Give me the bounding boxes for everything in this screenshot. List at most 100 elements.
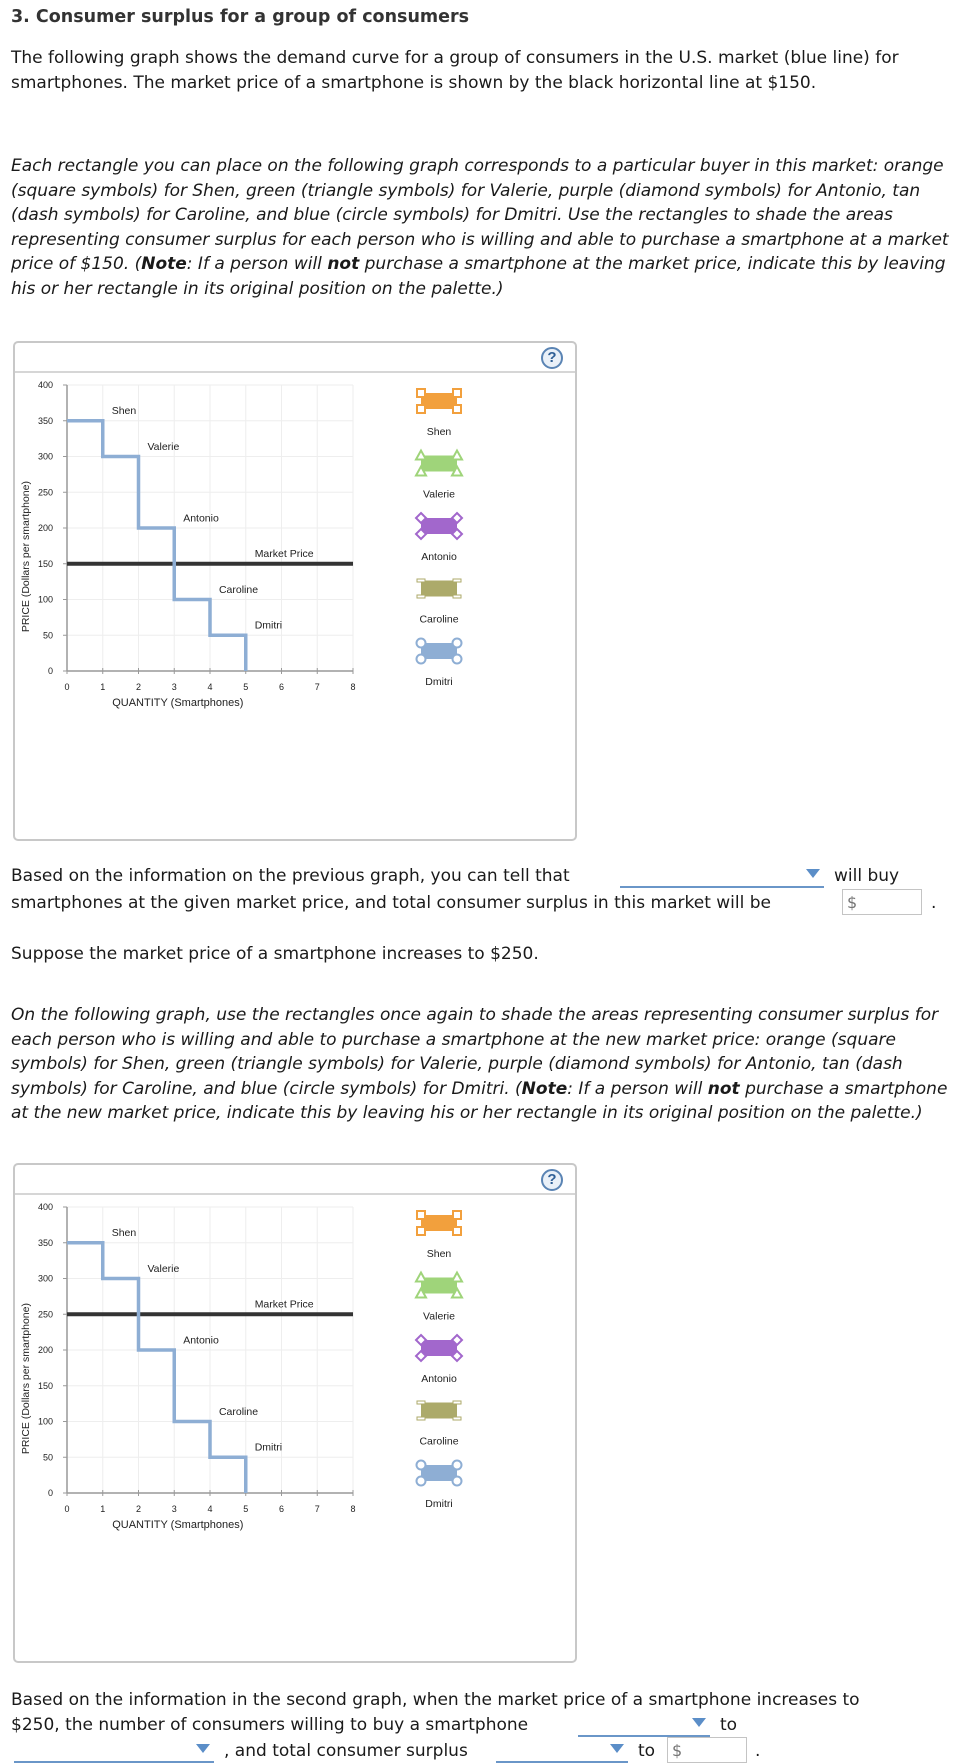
circle-icon bbox=[451, 1459, 463, 1471]
palette-label-dmitri: Dmitri bbox=[425, 676, 452, 688]
triangle-icon bbox=[450, 1270, 464, 1283]
rectangle-body bbox=[421, 393, 457, 409]
circle-icon bbox=[451, 1475, 463, 1487]
x-tick-label: 4 bbox=[207, 1504, 212, 1514]
annotation-label-antonio: Antonio bbox=[183, 1334, 219, 1346]
rectangle-body bbox=[421, 455, 457, 472]
x-axis-label: QUANTITY (Smartphones) bbox=[112, 1519, 243, 1531]
instructions-text: : If a person will bbox=[186, 254, 328, 274]
y-tick-label: 50 bbox=[43, 630, 53, 640]
dash-icon bbox=[452, 1416, 462, 1421]
consumers-change-dropdown[interactable] bbox=[578, 1713, 710, 1737]
palette-rectangle-dmitri[interactable] bbox=[415, 1459, 463, 1487]
note-label: Note bbox=[141, 254, 187, 274]
and-total-label: , and total consumer surplus bbox=[224, 1741, 468, 1761]
palette-label-valerie: Valerie bbox=[423, 1311, 455, 1323]
rectangle-body bbox=[421, 643, 457, 659]
y-tick-label: 200 bbox=[38, 523, 53, 533]
x-tick-label: 7 bbox=[315, 682, 320, 692]
question1-text-before: Based on the information on the previous… bbox=[11, 866, 570, 886]
demand-chart: 0 1 2 3 4 5 6 7 8 0 50 100 150 200 250 300 350 400 QUANTIT… bbox=[20, 380, 464, 709]
x-tick-label: 2 bbox=[136, 1504, 141, 1514]
annotation-label-market-price: Market Price bbox=[255, 548, 314, 560]
palette-rectangle-shen[interactable] bbox=[416, 1210, 462, 1236]
to-label: to bbox=[720, 1715, 738, 1735]
x-tick-label: 1 bbox=[100, 1504, 105, 1514]
x-tick-label: 8 bbox=[350, 682, 355, 692]
not-emphasis: not bbox=[327, 254, 360, 274]
annotation-label-dmitri: Dmitri bbox=[255, 620, 282, 632]
palette-rectangle-valerie[interactable] bbox=[414, 448, 464, 477]
y-tick-label: 200 bbox=[38, 1345, 53, 1355]
palette-label-caroline: Caroline bbox=[419, 614, 458, 626]
y-axis-label: PRICE (Dollars per smartphone) bbox=[20, 481, 32, 632]
palette-rectangle-caroline[interactable] bbox=[416, 1400, 462, 1421]
palette-label-valerie: Valerie bbox=[423, 489, 455, 501]
rectangle-body bbox=[421, 1215, 457, 1231]
rectangle-body bbox=[421, 1340, 457, 1356]
chevron-down-icon bbox=[196, 1744, 210, 1753]
annotation-label-valerie: Valerie bbox=[147, 1263, 179, 1275]
y-tick-label: 150 bbox=[38, 559, 53, 569]
palette-label-antonio: Antonio bbox=[421, 551, 457, 563]
chevron-down-icon bbox=[806, 869, 820, 878]
rectangle-palette: Shen Valerie Antonio Caroline Dmitri bbox=[414, 388, 464, 688]
palette-rectangle-valerie[interactable] bbox=[414, 1270, 464, 1299]
suppose-paragraph: Suppose the market price of a smartphone… bbox=[11, 944, 539, 964]
palette-label-antonio: Antonio bbox=[421, 1373, 457, 1385]
square-icon bbox=[452, 1210, 462, 1220]
annotation-label-shen: Shen bbox=[112, 1227, 137, 1239]
demand-chart: 0 1 2 3 4 5 6 7 8 0 50 100 150 200 250 300 350 400 QUANTIT… bbox=[20, 1202, 464, 1531]
palette-label-caroline: Caroline bbox=[419, 1436, 458, 1448]
dash-icon bbox=[416, 578, 426, 583]
to-label: to bbox=[638, 1741, 656, 1761]
question2-line2: $250, the number of consumers willing to… bbox=[11, 1715, 529, 1735]
annotation-label-dmitri: Dmitri bbox=[255, 1442, 282, 1454]
y-tick-label: 100 bbox=[38, 595, 53, 605]
x-tick-label: 0 bbox=[64, 1504, 69, 1514]
dash-icon bbox=[452, 578, 462, 583]
rectangle-body bbox=[421, 1465, 457, 1481]
x-tick-label: 3 bbox=[172, 1504, 177, 1514]
palette-rectangle-antonio[interactable] bbox=[414, 511, 464, 541]
total-surplus-input-2[interactable] bbox=[667, 1737, 747, 1763]
surplus-change-dropdown[interactable] bbox=[496, 1739, 628, 1763]
dash-icon bbox=[416, 1416, 426, 1421]
total-surplus-input-1[interactable] bbox=[842, 889, 922, 915]
graph-panel-2: ? 0 1 2 3 4 5 6 7 8 0 50 100 150 200 250 300 350 400 QUANT… bbox=[13, 1163, 577, 1663]
chevron-down-icon bbox=[610, 1744, 624, 1753]
instructions-paragraph-1: Each rectangle you can place on the foll… bbox=[11, 154, 961, 301]
palette-label-shen: Shen bbox=[427, 1248, 452, 1260]
rectangle-body bbox=[421, 518, 457, 534]
annotation-label-valerie: Valerie bbox=[147, 441, 179, 453]
period: . bbox=[755, 1741, 761, 1761]
dash-icon bbox=[416, 594, 426, 599]
annotation-label-antonio: Antonio bbox=[183, 512, 219, 524]
circle-icon bbox=[451, 637, 463, 649]
circle-icon bbox=[415, 1475, 427, 1487]
y-tick-label: 0 bbox=[48, 666, 53, 676]
buyers-dropdown[interactable] bbox=[620, 864, 824, 888]
dash-icon bbox=[452, 594, 462, 599]
y-tick-label: 300 bbox=[38, 452, 53, 462]
y-tick-label: 250 bbox=[38, 1309, 53, 1319]
x-tick-label: 5 bbox=[243, 682, 248, 692]
palette-rectangle-caroline[interactable] bbox=[416, 578, 462, 599]
note-label: Note bbox=[521, 1078, 568, 1099]
chevron-down-icon bbox=[692, 1718, 706, 1727]
palette-rectangle-dmitri[interactable] bbox=[415, 637, 463, 665]
y-tick-label: 400 bbox=[38, 380, 53, 390]
square-icon bbox=[416, 1226, 426, 1236]
y-tick-label: 300 bbox=[38, 1274, 53, 1284]
period: . bbox=[931, 893, 937, 913]
graph-panel-1: ? 0 1 2 3 4 5 6 7 8 0 50 100 150 200 250 300 350 400 QUANT… bbox=[13, 341, 577, 841]
palette-rectangle-antonio[interactable] bbox=[414, 1333, 464, 1363]
triangle-icon bbox=[414, 448, 428, 461]
consumers-count-dropdown[interactable] bbox=[14, 1739, 214, 1763]
x-axis-label: QUANTITY (Smartphones) bbox=[112, 697, 243, 709]
y-axis-label: PRICE (Dollars per smartphone) bbox=[20, 1303, 32, 1454]
y-tick-label: 100 bbox=[38, 1417, 53, 1427]
square-icon bbox=[452, 1226, 462, 1236]
y-tick-label: 250 bbox=[38, 487, 53, 497]
palette-rectangle-shen[interactable] bbox=[416, 388, 462, 414]
